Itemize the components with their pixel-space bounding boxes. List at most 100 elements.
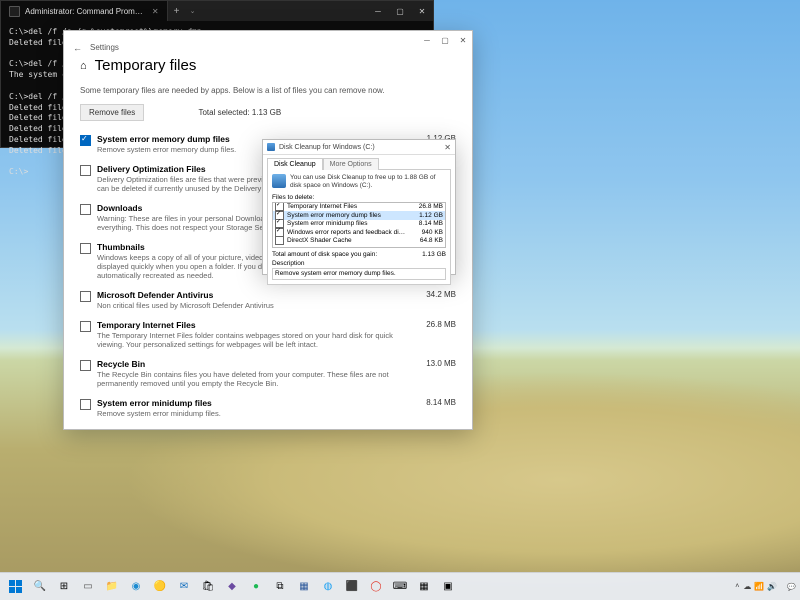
file-category-size: 13.0 MB — [416, 359, 456, 368]
onedrive-icon[interactable]: ☁ — [743, 582, 751, 591]
close-button[interactable]: ✕ — [454, 31, 472, 49]
tab-close-icon[interactable]: ✕ — [152, 7, 159, 16]
dc-row-name: Temporary Internet Files — [287, 203, 357, 210]
file-category-desc: Remove system error minidump files. — [97, 409, 410, 418]
file-category-size: 8.14 MB — [416, 398, 456, 407]
dc-sum-value: 1.13 GB — [422, 251, 446, 258]
system-tray[interactable]: ☁ 📶 🔊 — [743, 582, 777, 591]
file-explorer-icon[interactable]: 📁 — [102, 577, 122, 597]
edge-icon[interactable]: ◉ — [126, 577, 146, 597]
terminal-tab[interactable]: Administrator: Command Prom… ✕ — [1, 1, 168, 21]
term-minimize-button[interactable]: ─ — [367, 1, 389, 21]
file-category-item[interactable]: Microsoft Defender AntivirusNon critical… — [80, 285, 456, 315]
file-category-name: Temporary Internet Files — [97, 320, 410, 330]
dc-row-name: System error minidump files — [287, 220, 368, 227]
dc-row-name: DirectX Shader Cache — [287, 237, 352, 244]
remove-files-button[interactable]: Remove files — [80, 104, 144, 121]
dc-file-row[interactable]: System error memory dump files 1.12 GB — [273, 211, 445, 220]
dc-desc-label: Description — [272, 260, 446, 267]
checkbox[interactable] — [80, 135, 91, 146]
taskbar-app[interactable]: ◆ — [222, 577, 242, 597]
disk-cleanup-icon — [267, 143, 275, 151]
mail-icon[interactable]: ✉ — [174, 577, 194, 597]
tab-more-options[interactable]: More Options — [323, 158, 379, 170]
settings-titlebar[interactable]: ← Settings ─ ▢ ✕ — [64, 31, 472, 49]
desktop: ← Settings ─ ▢ ✕ ⌂ Temporary files Some … — [0, 0, 800, 600]
dc-title: Disk Cleanup for Windows (C:) — [279, 144, 375, 151]
dc-close-button[interactable]: ✕ — [444, 143, 451, 152]
page-title: Temporary files — [95, 57, 197, 74]
dc-row-size: 64.8 KB — [420, 237, 443, 244]
disk-cleanup-dialog: Disk Cleanup for Windows (C:) ✕ Disk Cle… — [262, 139, 456, 275]
action-center-icon[interactable]: 💬 — [787, 583, 796, 591]
chrome-icon[interactable]: 🟡 — [150, 577, 170, 597]
file-category-desc: The Recycle Bin contains files you have … — [97, 370, 410, 388]
task-view-icon[interactable]: ⊞ — [54, 577, 74, 597]
dc-row-size: 8.14 MB — [419, 220, 443, 227]
checkbox[interactable] — [80, 399, 91, 410]
file-category-name: System error minidump files — [97, 398, 410, 408]
file-category-item[interactable]: Recycle BinThe Recycle Bin contains file… — [80, 354, 456, 393]
file-category-desc: Non critical files used by Microsoft Def… — [97, 301, 410, 310]
home-icon[interactable]: ⌂ — [80, 60, 87, 72]
back-icon[interactable]: ← — [73, 43, 82, 53]
terminal-tab-title: Administrator: Command Prom… — [25, 7, 143, 16]
file-category-size: 34.2 MB — [416, 290, 456, 299]
checkbox[interactable] — [80, 360, 91, 371]
checkbox[interactable] — [80, 204, 91, 215]
twitter-icon[interactable]: ◍ — [318, 577, 338, 597]
word-icon[interactable]: ▦ — [294, 577, 314, 597]
network-icon[interactable]: 📶 — [754, 582, 764, 591]
drive-icon — [272, 174, 286, 188]
checkbox[interactable] — [275, 236, 284, 245]
dc-sum-label: Total amount of disk space you gain: — [272, 251, 377, 258]
maximize-button[interactable]: ▢ — [436, 31, 454, 49]
volume-icon[interactable]: 🔊 — [767, 582, 777, 591]
spotify-icon[interactable]: ● — [246, 577, 266, 597]
dc-row-size: 1.12 GB — [419, 212, 443, 219]
file-category-item[interactable]: System error minidump filesRemove system… — [80, 393, 456, 423]
dc-desc-text: Remove system error memory dump files. — [272, 268, 446, 280]
term-close-button[interactable]: ✕ — [411, 1, 433, 21]
taskbar[interactable]: 🔍 ⊞ ▭ 📁 ◉ 🟡 ✉ 🛍 ◆ ● ⧉ ▦ ◍ ⬛ ◯ ⌨ ▦ ▣ ˄ ☁ … — [0, 572, 800, 600]
taskbar-app[interactable]: ▦ — [414, 577, 434, 597]
file-category-item[interactable]: Temporary Internet FilesThe Temporary In… — [80, 315, 456, 354]
tab-disk-cleanup[interactable]: Disk Cleanup — [267, 158, 323, 170]
checkbox[interactable] — [80, 321, 91, 332]
settings-window-label: Settings — [90, 43, 119, 52]
term-maximize-button[interactable]: ▢ — [389, 1, 411, 21]
dc-file-row[interactable]: Temporary Internet Files 26.8 MB — [273, 203, 445, 212]
search-icon[interactable]: 🔍 — [30, 577, 50, 597]
terminal-titlebar[interactable]: Administrator: Command Prom… ✕ + ⌄ ─ ▢ ✕ — [1, 1, 433, 21]
tray-chevron-icon[interactable]: ˄ — [735, 583, 739, 590]
dc-row-name: System error memory dump files — [287, 212, 381, 219]
start-button[interactable] — [6, 577, 26, 597]
terminal-icon[interactable]: ⌨ — [390, 577, 410, 597]
taskbar-app[interactable]: ▭ — [78, 577, 98, 597]
checkbox[interactable] — [80, 291, 91, 302]
dc-file-row[interactable]: System error minidump files 8.14 MB — [273, 220, 445, 229]
tab-dropdown-icon[interactable]: ⌄ — [186, 1, 200, 21]
checkbox[interactable] — [80, 243, 91, 254]
files-to-delete-label: Files to delete: — [272, 194, 446, 201]
new-tab-button[interactable]: + — [168, 1, 186, 21]
minimize-button[interactable]: ─ — [418, 31, 436, 49]
dc-file-row[interactable]: DirectX Shader Cache 64.8 KB — [273, 237, 445, 246]
slack-icon[interactable]: ⧉ — [270, 577, 290, 597]
dc-row-name: Windows error reports and feedback di… — [287, 229, 405, 236]
dc-titlebar[interactable]: Disk Cleanup for Windows (C:) ✕ — [263, 140, 455, 155]
file-category-size: 26.8 MB — [416, 320, 456, 329]
file-category-name: Microsoft Defender Antivirus — [97, 290, 410, 300]
file-category-desc: The Temporary Internet Files folder cont… — [97, 331, 410, 349]
taskbar-app[interactable]: ⬛ — [342, 577, 362, 597]
dc-file-row[interactable]: Windows error reports and feedback di…94… — [273, 228, 445, 237]
checkbox[interactable] — [80, 165, 91, 176]
taskbar-app[interactable]: ▣ — [438, 577, 458, 597]
dc-message: You can use Disk Cleanup to free up to 1… — [290, 174, 446, 190]
dc-file-list[interactable]: Temporary Internet Files26.8 MBSystem er… — [272, 202, 446, 248]
intro-text: Some temporary files are needed by apps.… — [80, 86, 456, 96]
dc-row-size: 26.8 MB — [419, 203, 443, 210]
taskbar-app[interactable]: ◯ — [366, 577, 386, 597]
store-icon[interactable]: 🛍 — [198, 577, 218, 597]
file-category-name: Recycle Bin — [97, 359, 410, 369]
